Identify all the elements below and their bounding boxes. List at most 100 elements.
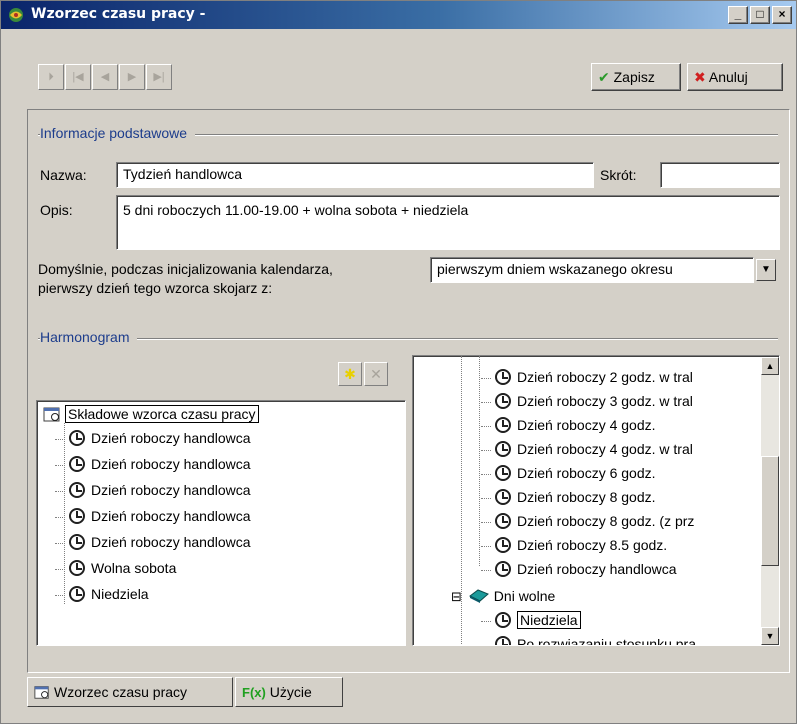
short-label: Skrót:	[600, 167, 637, 183]
clock-icon	[69, 586, 85, 602]
tree-item-label: Dzień roboczy handlowca	[91, 508, 251, 524]
tree-item[interactable]: Niedziela	[481, 609, 581, 631]
tree-item[interactable]: Dzień roboczy handlowca	[55, 479, 251, 501]
tree-connector	[481, 620, 491, 622]
description-label: Opis:	[40, 202, 73, 218]
chevron-down-icon[interactable]: ▼	[756, 259, 776, 281]
nav-first-button[interactable]: ⏵	[38, 64, 64, 90]
tree-item-label: Niedziela	[91, 586, 149, 602]
tree-item-label: Dzień roboczy 4 godz. w tral	[517, 441, 693, 457]
cancel-button[interactable]: ✖ Anuluj	[687, 63, 783, 91]
tree-connector	[481, 449, 491, 451]
section-divider	[38, 338, 778, 340]
tree-item[interactable]: Dzień roboczy 6 godz.	[481, 462, 656, 484]
name-input[interactable]: Tydzień handlowca	[116, 162, 594, 188]
tab-label: Wzorzec czasu pracy	[54, 684, 188, 700]
clock-icon	[495, 513, 511, 529]
clock-icon	[495, 465, 511, 481]
tree-connector	[481, 377, 491, 379]
clock-icon	[69, 482, 85, 498]
description-input[interactable]: 5 dni roboczych 11.00-19.00 + wolna sobo…	[116, 195, 780, 250]
tree-item[interactable]: Dzień roboczy 8.5 godz.	[481, 534, 667, 556]
nav-start-button[interactable]: |◀	[65, 64, 91, 90]
tree-connector	[481, 545, 491, 547]
close-button[interactable]: ×	[772, 6, 792, 24]
section-title-harmonogram: Harmonogram	[40, 329, 138, 345]
left-tree[interactable]: Składowe wzorca czasu pracy Dzień robocz…	[36, 400, 406, 646]
title-bar[interactable]: Wzorzec czasu pracy - _ □ ×	[1, 1, 796, 29]
scroll-up-button[interactable]: ▲	[761, 357, 779, 375]
tree-connector	[55, 568, 65, 570]
tree-item[interactable]: Dzień roboczy handlowca	[481, 558, 677, 580]
tree-item[interactable]: Dzień roboczy 4 godz.	[481, 414, 656, 436]
tree-item[interactable]: Dzień roboczy 4 godz. w tral	[481, 438, 693, 460]
add-item-button[interactable]: ✱	[338, 362, 362, 386]
tab-uzycie[interactable]: F(x) Użycie	[235, 677, 343, 707]
tree-item[interactable]: Po rozwiązaniu stosunku pra	[481, 633, 696, 645]
tree-connector	[481, 497, 491, 499]
tree-item-label: Dzień roboczy 6 godz.	[517, 465, 656, 481]
calendar-icon	[43, 407, 60, 422]
name-label: Nazwa:	[40, 167, 87, 183]
clock-icon	[495, 441, 511, 457]
default-text-line1: Domyślnie, podczas inicjalizowania kalen…	[38, 261, 333, 277]
clock-icon	[69, 508, 85, 524]
default-start-select[interactable]: pierwszym dniem wskazanego okresu	[430, 257, 754, 283]
tree-item[interactable]: Wolna sobota	[55, 557, 176, 579]
tree-item-label: Dzień roboczy 8 godz.	[517, 489, 656, 505]
section-title-info: Informacje podstawowe	[40, 125, 196, 141]
collapse-icon[interactable]: ⊟	[451, 589, 462, 604]
tree-line	[479, 356, 480, 566]
short-input[interactable]	[660, 162, 780, 188]
default-text-line2: pierwszy dzień tego wzorca skojarz z:	[38, 280, 273, 296]
tree-root-label: Składowe wzorca czasu pracy	[65, 405, 259, 423]
app-icon	[9, 8, 23, 22]
calendar-icon	[34, 686, 49, 699]
tree-item-label: Dzień roboczy 8 godz. (z prz	[517, 513, 695, 529]
scroll-down-button[interactable]: ▼	[761, 627, 779, 645]
clock-icon	[495, 636, 511, 645]
tree-connector	[481, 521, 491, 523]
clock-icon	[495, 393, 511, 409]
tree-folder-dni-wolne[interactable]: ⊟ Dni wolne	[451, 585, 555, 607]
tree-item-label: Dzień roboczy 4 godz.	[517, 417, 656, 433]
tree-item-label: Dzień roboczy 8.5 godz.	[517, 537, 668, 553]
tree-item[interactable]: Dzień roboczy 8 godz. (z prz	[481, 510, 694, 532]
function-icon: F(x)	[242, 685, 266, 700]
tree-item-label: Dzień roboczy 2 godz. w tral	[517, 369, 693, 385]
nav-prev-button[interactable]: ◀	[92, 64, 118, 90]
tree-item[interactable]: Dzień roboczy handlowca	[55, 505, 251, 527]
save-label: Zapisz	[613, 69, 655, 85]
nav-next-button[interactable]: ▶	[119, 64, 145, 90]
tree-connector	[481, 473, 491, 475]
minimize-button[interactable]: _	[728, 6, 748, 24]
tree-item[interactable]: Dzień roboczy 3 godz. w tral	[481, 390, 693, 412]
tab-label: Użycie	[269, 684, 312, 700]
tree-item[interactable]: Dzień roboczy 2 godz. w tral	[481, 366, 693, 388]
save-button[interactable]: ✔ Zapisz	[591, 63, 681, 91]
tree-root[interactable]: Składowe wzorca czasu pracy	[43, 403, 259, 425]
tree-item-label: Dzień roboczy handlowca	[91, 430, 251, 446]
clock-icon	[69, 560, 85, 576]
main-panel: Informacje podstawowe Nazwa: Tydzień han…	[27, 109, 790, 673]
tree-item-label: Niedziela	[517, 611, 581, 629]
tree-item[interactable]: Dzień roboczy handlowca	[55, 531, 251, 553]
folder-label: Dni wolne	[493, 588, 556, 604]
clock-icon	[495, 489, 511, 505]
maximize-button[interactable]: □	[750, 6, 770, 24]
tab-wzorzec[interactable]: Wzorzec czasu pracy	[27, 677, 233, 707]
clock-icon	[69, 456, 85, 472]
clock-icon	[69, 430, 85, 446]
scrollbar-thumb[interactable]	[761, 456, 779, 566]
right-tree[interactable]: Dzień roboczy 2 godz. w tral Dzień robocz…	[412, 355, 780, 646]
tree-item[interactable]: Dzień roboczy handlowca	[55, 427, 251, 449]
tree-item-label: Dzień roboczy 3 godz. w tral	[517, 393, 693, 409]
tree-item[interactable]: Niedziela	[55, 583, 149, 605]
tree-item[interactable]: Dzień roboczy handlowca	[55, 453, 251, 475]
delete-item-button[interactable]: ✕	[364, 362, 388, 386]
tree-item[interactable]: Dzień roboczy 8 godz.	[481, 486, 656, 508]
tree-connector	[481, 569, 491, 571]
nav-last-button[interactable]: ▶|	[146, 64, 172, 90]
tree-connector	[55, 594, 65, 596]
window: Wzorzec czasu pracy - _ □ × ⏵ |◀ ◀ ▶ ▶| …	[0, 0, 797, 724]
